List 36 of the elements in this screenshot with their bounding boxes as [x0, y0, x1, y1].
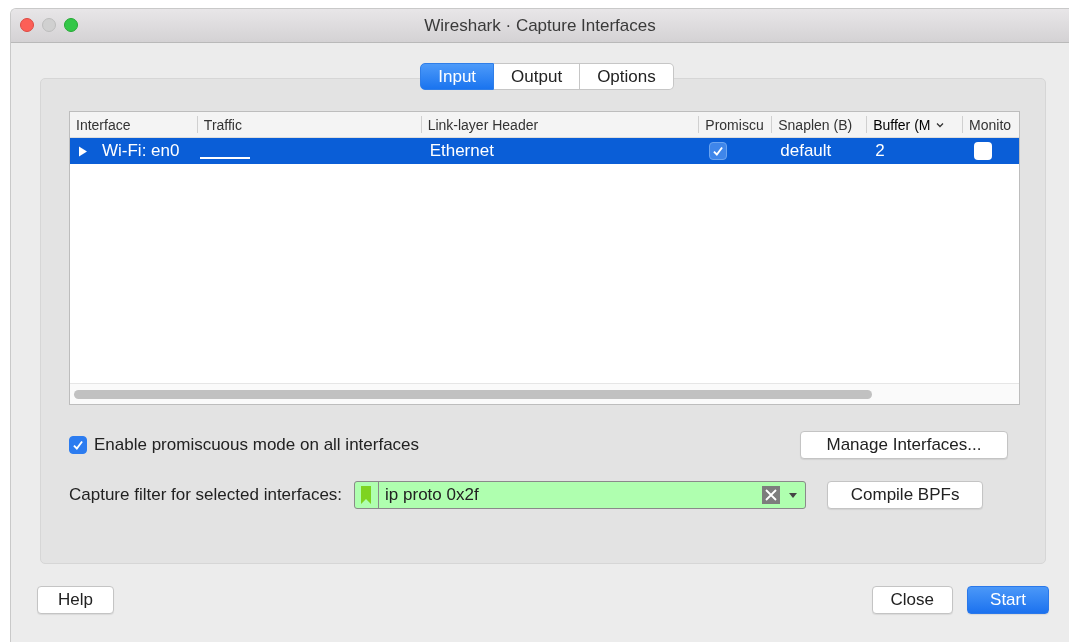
column-header[interactable]: Monito [963, 116, 1019, 133]
interface-name: Wi-Fi: en0 [102, 141, 180, 161]
window-title: Wireshark · Capture Interfaces [424, 15, 656, 36]
monitor-checkbox[interactable] [974, 142, 993, 160]
column-header[interactable]: Promiscu [699, 116, 773, 133]
promiscuous-checkbox[interactable] [69, 436, 87, 454]
traffic-sparkline [199, 157, 250, 159]
column-header[interactable]: Buffer (M [867, 116, 964, 133]
zoom-window-button[interactable] [64, 18, 78, 32]
column-header[interactable]: Interface [70, 116, 198, 133]
horizontal-scrollbar[interactable] [70, 383, 1019, 404]
dialog-button[interactable]: Close [871, 586, 953, 614]
interface-row[interactable]: Wi-Fi: en0 Ethernet default 2 [70, 138, 1019, 164]
tab[interactable]: Output [494, 63, 581, 90]
buffer-cell: 2 [875, 141, 885, 161]
tab[interactable]: Input [420, 63, 495, 90]
dialog-button[interactable]: Help [37, 586, 114, 614]
manage-interfaces-button[interactable]: Manage Interfaces... [800, 431, 1008, 459]
column-header[interactable]: Snaplen (B) [772, 116, 868, 133]
tab[interactable]: Options [580, 63, 674, 90]
column-header[interactable]: Link-layer Header [421, 116, 700, 133]
dialog-button[interactable]: Start [967, 586, 1049, 614]
checkbox-label: Enable promiscuous mode on all interfaces [94, 435, 420, 455]
dropdown-caret-icon[interactable] [789, 492, 798, 498]
capture-filter-field[interactable]: ip proto 0x2f [354, 481, 807, 509]
link-layer-cell: Ethernet [429, 141, 494, 161]
clear-icon[interactable] [762, 486, 781, 504]
expand-triangle-icon[interactable] [78, 145, 88, 157]
sort-chevron-icon [936, 121, 945, 128]
snaplen-cell: default [780, 141, 832, 161]
check-icon [71, 438, 85, 452]
promiscuous-checkbox[interactable] [709, 142, 728, 160]
column-header[interactable]: Traffic [197, 116, 422, 133]
capture-filter-label: Capture filter for selected interfaces: [69, 485, 343, 505]
compile-bpfs-button[interactable]: Compile BPFs [827, 481, 984, 509]
close-window-button[interactable] [20, 18, 34, 32]
